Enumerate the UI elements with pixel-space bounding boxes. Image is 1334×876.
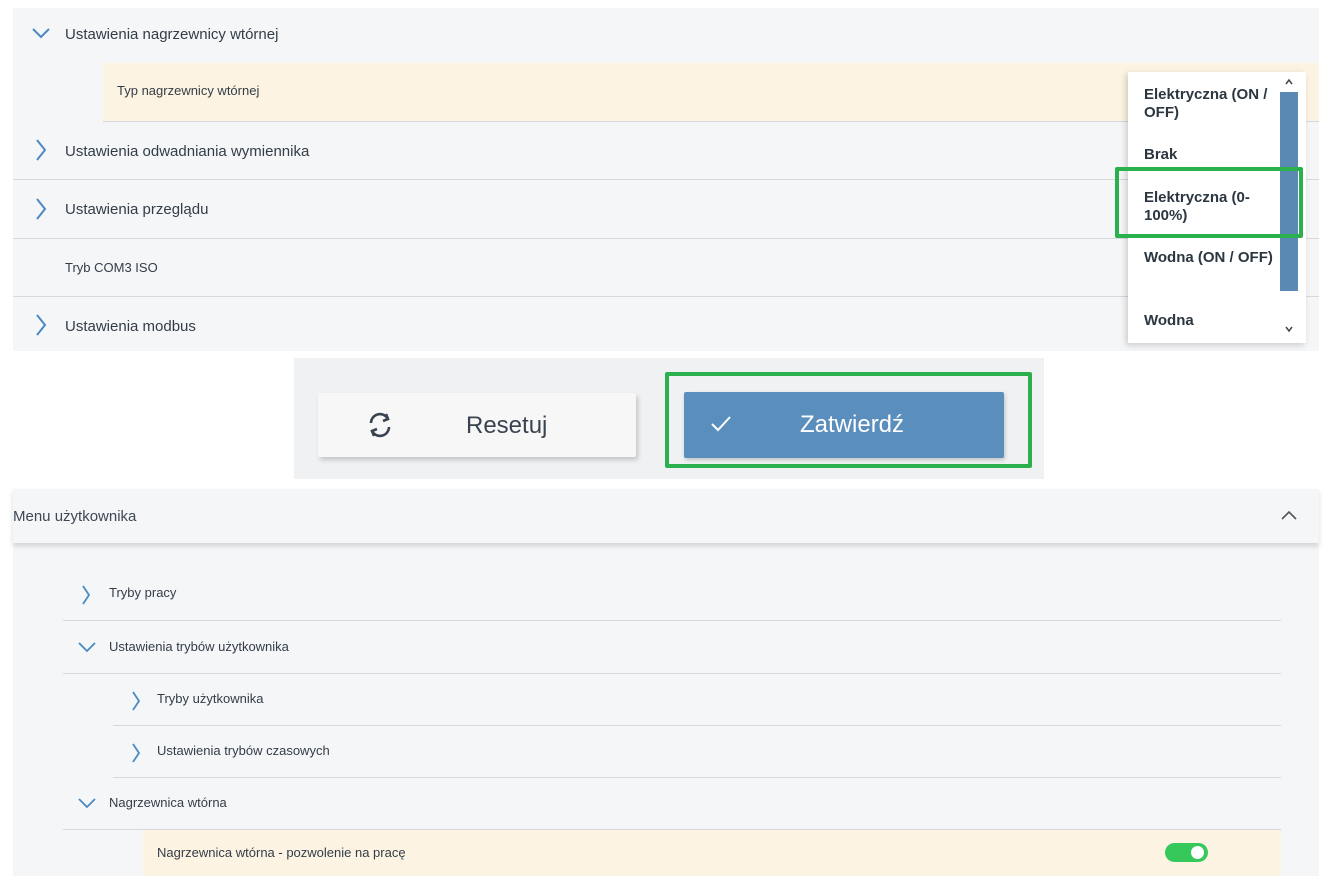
item-modbus-settings[interactable]: Ustawienia modbus xyxy=(13,297,1319,351)
menu-item-label: Ustawienia trybów użytkownika xyxy=(109,639,289,654)
menu-item-label: Tryby pracy xyxy=(109,585,177,600)
chevron-down-icon xyxy=(32,28,50,39)
chevron-right-icon xyxy=(132,691,141,711)
item-label: Tryb COM3 ISO xyxy=(65,260,158,275)
toggle-knob xyxy=(1191,846,1204,859)
item-label: Ustawienia odwadniania wymiennika xyxy=(65,143,310,160)
section-label: Ustawienia nagrzewnicy wtórnej xyxy=(65,26,279,43)
heater-permission-toggle[interactable] xyxy=(1165,843,1208,862)
user-menu-title: Menu użytkownika xyxy=(13,508,137,525)
selected-option-highlight xyxy=(1115,167,1303,238)
chevron-down-icon xyxy=(78,798,96,809)
menu-item-label: Tryby użytkownika xyxy=(157,691,264,706)
dropdown-option[interactable]: Wodna xyxy=(1144,312,1274,330)
chevron-right-icon xyxy=(82,585,91,605)
reset-label: Resetuj xyxy=(466,412,548,439)
chevron-right-icon xyxy=(36,198,47,220)
chevron-right-icon xyxy=(132,743,141,763)
dropdown-option[interactable]: Brak xyxy=(1144,146,1274,164)
chevron-right-icon xyxy=(36,314,47,336)
refresh-icon xyxy=(369,412,391,438)
menu-item-user-mode-settings[interactable]: Ustawienia trybów użytkownika xyxy=(63,621,1281,673)
user-menu-body: Tryby pracy Ustawienia trybów użytkownik… xyxy=(13,549,1319,876)
menu-item-time-mode-settings[interactable]: Ustawienia trybów czasowych xyxy=(113,726,1281,777)
section-secondary-heater[interactable]: Ustawienia nagrzewnicy wtórnej xyxy=(13,8,1319,62)
heater-type-label: Typ nagrzewnicy wtórnej xyxy=(117,83,260,98)
item-com3-iso[interactable]: Tryb COM3 ISO xyxy=(13,239,1319,296)
confirm-button-highlight xyxy=(665,372,1032,468)
heater-permission-row: Nagrzewnica wtórna - pozwolenie na pracę xyxy=(143,830,1281,876)
item-label: Ustawienia modbus xyxy=(65,318,196,335)
dropdown-option[interactable]: Elektryczna (ON / OFF) xyxy=(1144,86,1274,122)
user-menu-header[interactable]: Menu użytkownika xyxy=(13,489,1319,543)
dropdown-option[interactable]: Wodna (ON / OFF) xyxy=(1144,249,1274,267)
user-menu-panel: Menu użytkownika Tryby pracy Ustawienia … xyxy=(13,489,1319,876)
chevron-up-icon[interactable] xyxy=(1279,509,1299,521)
chevron-down-icon[interactable] xyxy=(1283,323,1295,335)
menu-item-label: Nagrzewnica wtórna xyxy=(109,795,227,810)
reset-button[interactable]: Resetuj xyxy=(318,393,636,457)
chevron-right-icon xyxy=(36,139,47,161)
menu-item-label: Ustawienia trybów czasowych xyxy=(157,743,330,758)
menu-item-secondary-heater[interactable]: Nagrzewnica wtórna xyxy=(63,778,1281,829)
item-label: Ustawienia przeglądu xyxy=(65,201,209,218)
menu-item-user-modes[interactable]: Tryby użytkownika xyxy=(113,674,1281,725)
chevron-up-icon[interactable] xyxy=(1283,76,1295,88)
heater-permission-label: Nagrzewnica wtórna - pozwolenie na pracę xyxy=(157,845,406,860)
menu-item-operating-modes[interactable]: Tryby pracy xyxy=(63,569,1281,620)
chevron-down-icon xyxy=(78,642,96,653)
